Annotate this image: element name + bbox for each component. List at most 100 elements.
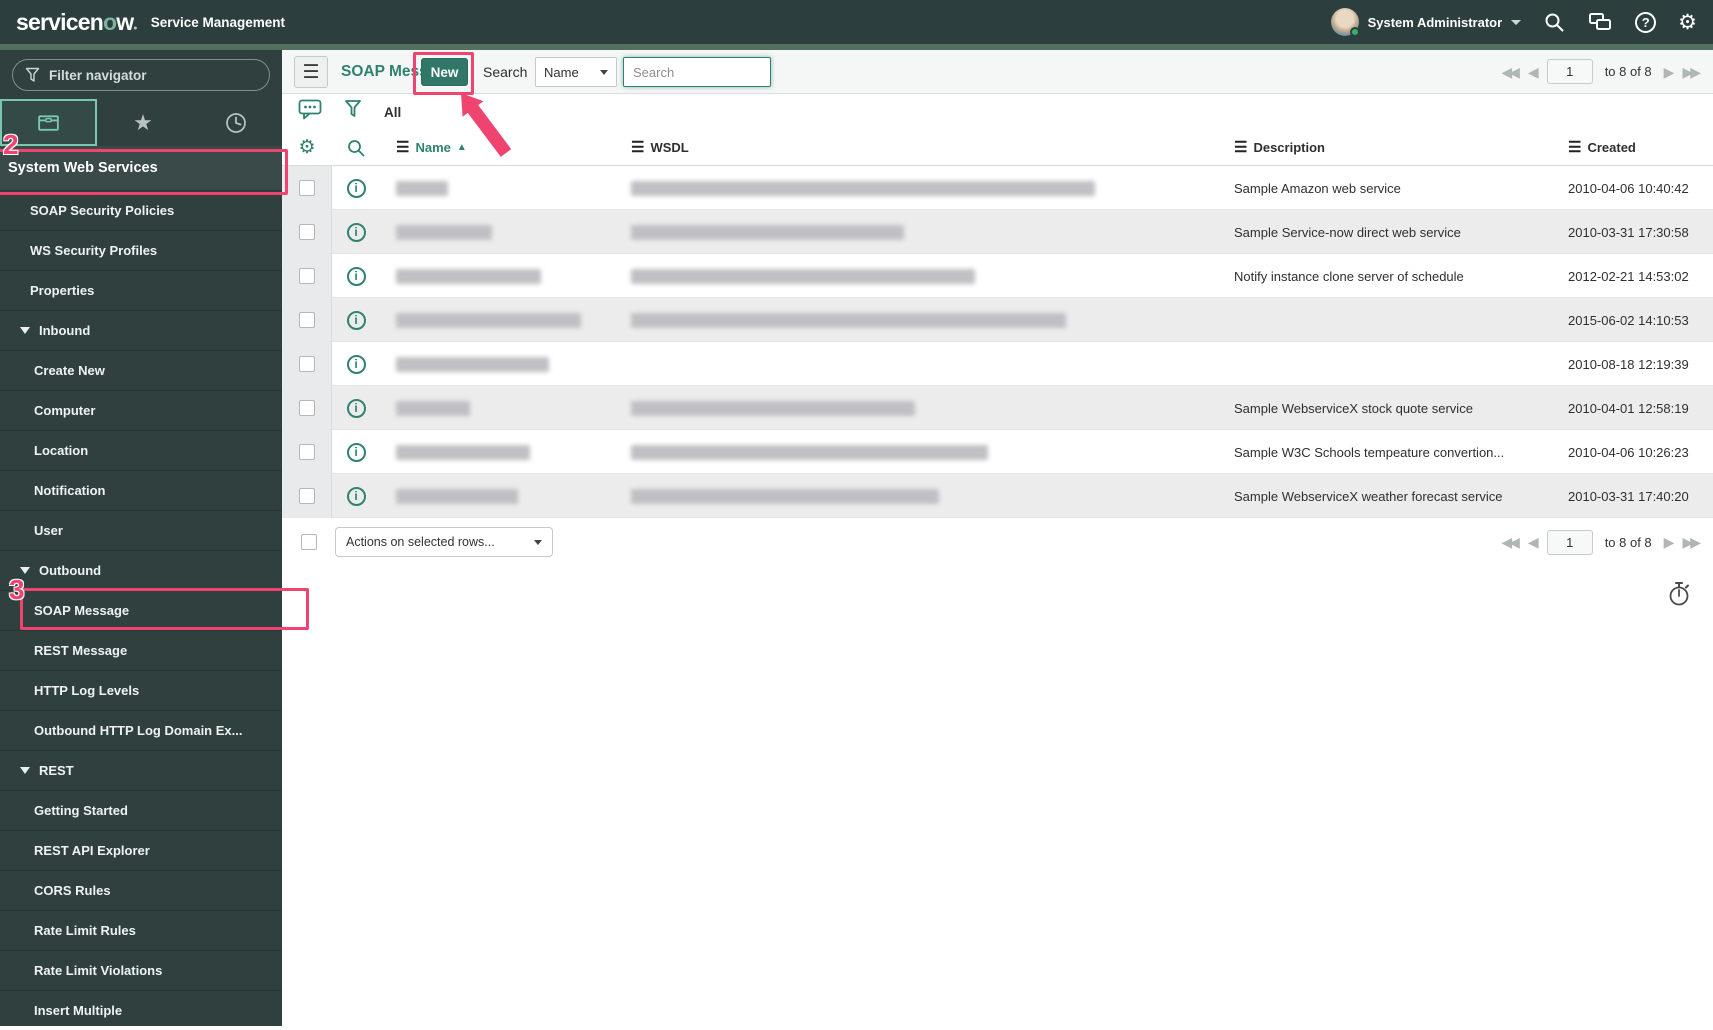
record-name-redacted[interactable] (396, 312, 581, 328)
row-range-label: to 8 of 8 (1604, 64, 1652, 79)
chat-icon[interactable] (1587, 11, 1613, 33)
column-menu-icon[interactable]: ☰ (396, 140, 409, 155)
table-row[interactable]: i Sample WebserviceX weather forecast se… (282, 474, 1713, 518)
info-icon[interactable]: i (346, 354, 366, 374)
row-checkbox[interactable] (298, 312, 315, 328)
record-wsdl-redacted (631, 312, 1066, 328)
sidebar-item-rest[interactable]: REST (0, 750, 282, 790)
sidebar-item-ws-security-profiles[interactable]: WS Security Profiles (0, 230, 282, 270)
response-time-icon[interactable] (1666, 580, 1692, 613)
column-menu-icon[interactable]: ☰ (1568, 140, 1581, 155)
sidebar-item-insert-multiple[interactable]: Insert Multiple (0, 990, 282, 1030)
search-column-value: Name (544, 64, 579, 80)
sidebar-item-computer[interactable]: Computer (0, 390, 282, 430)
first-page-button[interactable]: ◀◀ (1501, 535, 1520, 549)
sidebar-item-outbound-http-log-domain-ex[interactable]: Outbound HTTP Log Domain Ex... (0, 710, 282, 750)
personalize-list-gear-icon[interactable]: ⚙ (282, 138, 332, 157)
sidebar-item-rate-limit-violations[interactable]: Rate Limit Violations (0, 950, 282, 990)
record-name-redacted[interactable] (396, 444, 530, 460)
sidebar-item-soap-security-policies[interactable]: SOAP Security Policies (0, 190, 282, 230)
sidebar-item-notification[interactable]: Notification (0, 470, 282, 510)
row-checkbox[interactable] (298, 268, 315, 284)
search-column-select[interactable]: Name (535, 57, 617, 87)
record-name-redacted[interactable] (396, 356, 549, 372)
sidebar-item-properties[interactable]: Properties (0, 270, 282, 310)
sidebar-item-rate-limit-rules[interactable]: Rate Limit Rules (0, 910, 282, 950)
page-number-input[interactable] (1546, 59, 1593, 84)
filter-navigator-input[interactable] (49, 67, 257, 83)
sidebar-item-getting-started[interactable]: Getting Started (0, 790, 282, 830)
record-name-redacted[interactable] (396, 180, 448, 196)
sidebar-item-outbound[interactable]: Outbound (0, 550, 282, 590)
select-all-checkbox[interactable] (301, 534, 317, 550)
actions-select[interactable]: Actions on selected rows... (335, 527, 553, 557)
triangle-down-icon (20, 767, 30, 774)
row-checkbox[interactable] (298, 180, 315, 196)
sidebar-item-cors-rules[interactable]: CORS Rules (0, 870, 282, 910)
breadcrumb-all[interactable]: All (384, 105, 401, 120)
gear-icon[interactable]: ⚙ (1678, 12, 1697, 33)
funnel-icon (25, 67, 40, 82)
column-header-description[interactable]: ☰ Description (1234, 140, 1568, 155)
pagination-bottom: ◀◀ ◀ to 8 of 8 ▶ ▶▶ (1501, 527, 1701, 557)
record-created: 2010-04-06 10:40:42 (1568, 180, 1689, 196)
column-menu-icon[interactable]: ☰ (631, 140, 644, 155)
sidebar-item-inbound[interactable]: Inbound (0, 310, 282, 350)
sidebar-item-location[interactable]: Location (0, 430, 282, 470)
sidebar-item-rest-api-explorer[interactable]: REST API Explorer (0, 830, 282, 870)
actions-select-value: Actions on selected rows... (346, 535, 495, 549)
info-icon[interactable]: i (346, 178, 366, 198)
table-row[interactable]: i 2010-08-18 12:19:39 (282, 342, 1713, 386)
filter-navigator-field[interactable] (12, 59, 270, 91)
tab-favorites[interactable]: ★ (97, 99, 190, 146)
sidebar-item-rest-message[interactable]: REST Message (0, 630, 282, 670)
column-header-wsdl[interactable]: ☰ WSDL (631, 140, 1234, 155)
last-page-button[interactable]: ▶▶ (1682, 535, 1701, 549)
info-icon[interactable]: i (346, 398, 366, 418)
breadcrumb-funnel-icon[interactable] (344, 99, 362, 125)
previous-page-button[interactable]: ◀ (1528, 65, 1539, 79)
row-checkbox[interactable] (298, 356, 315, 372)
record-name-redacted[interactable] (396, 488, 518, 504)
record-name-redacted[interactable] (396, 224, 492, 240)
table-row[interactable]: i 2015-06-02 14:10:53 (282, 298, 1713, 342)
row-checkbox[interactable] (298, 400, 315, 416)
next-page-button[interactable]: ▶ (1664, 65, 1675, 79)
table-row[interactable]: i Sample WebserviceX stock quote service… (282, 386, 1713, 430)
user-menu[interactable]: System Administrator (1330, 8, 1522, 37)
tab-history[interactable] (189, 99, 282, 146)
column-header-created[interactable]: ☰ Created (1568, 140, 1713, 155)
help-icon[interactable]: ? (1635, 11, 1657, 33)
list-search-input[interactable] (623, 57, 771, 87)
info-icon[interactable]: i (346, 486, 366, 506)
list-context-menu-button[interactable]: ☰ (294, 56, 328, 88)
info-icon[interactable]: i (346, 310, 366, 330)
info-icon[interactable]: i (346, 222, 366, 242)
sidebar-item-user[interactable]: User (0, 510, 282, 550)
page-number-input[interactable] (1546, 529, 1593, 555)
previous-page-button[interactable]: ◀ (1528, 535, 1539, 549)
info-icon[interactable]: i (346, 442, 366, 462)
first-page-button[interactable]: ◀◀ (1501, 65, 1520, 79)
column-menu-icon[interactable]: ☰ (1234, 140, 1247, 155)
sidebar-item-create-new[interactable]: Create New (0, 350, 282, 390)
annotation-box-soap-message (20, 588, 309, 630)
table-row[interactable]: i Notify instance clone server of schedu… (282, 254, 1713, 298)
info-icon[interactable]: i (346, 266, 366, 286)
row-checkbox[interactable] (298, 444, 315, 460)
row-checkbox[interactable] (298, 224, 315, 240)
record-name-redacted[interactable] (396, 400, 470, 416)
sidebar-item-http-log-levels[interactable]: HTTP Log Levels (0, 670, 282, 710)
last-page-button[interactable]: ▶▶ (1682, 65, 1701, 79)
table-row[interactable]: i Sample W3C Schools tempeature converti… (282, 430, 1713, 474)
table-row[interactable]: i Sample Amazon web service 2010-04-06 1… (282, 166, 1713, 210)
table-row[interactable]: i Sample Service-now direct web service … (282, 210, 1713, 254)
row-checkbox[interactable] (298, 488, 315, 504)
record-wsdl-redacted (631, 180, 1095, 196)
next-page-button[interactable]: ▶ (1664, 535, 1675, 549)
record-name-redacted[interactable] (396, 268, 541, 284)
triangle-down-icon (20, 327, 30, 334)
search-icon[interactable] (1543, 11, 1565, 33)
column-search-icon[interactable] (332, 138, 380, 158)
list-comments-icon[interactable] (298, 98, 322, 126)
